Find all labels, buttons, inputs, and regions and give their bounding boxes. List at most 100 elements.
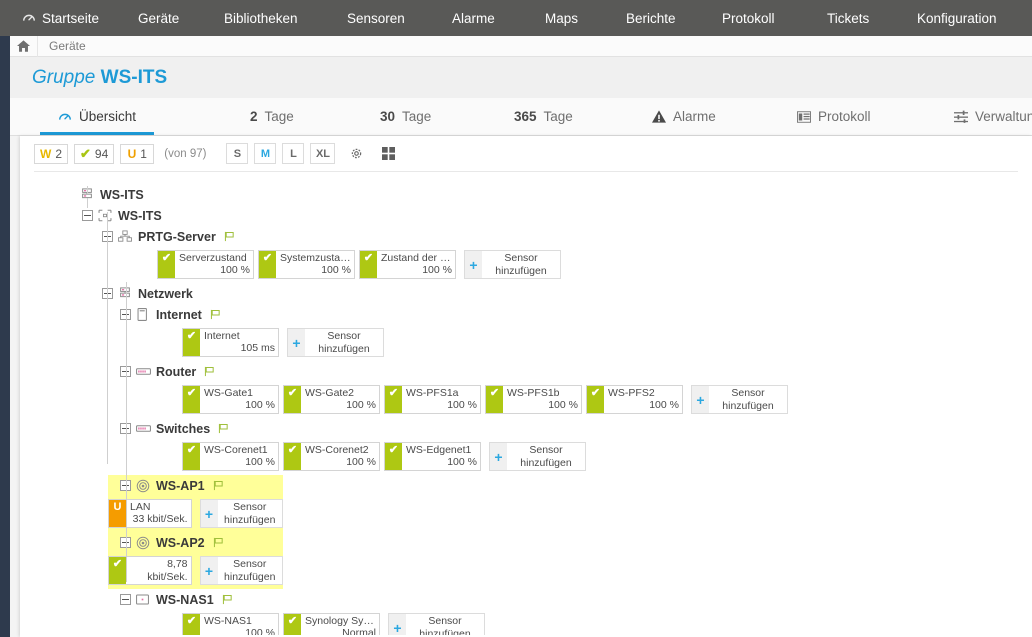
add-sensor-label: Sensor hinzufügen [482,251,560,278]
sensor-box[interactable]: ✔ WS-Gate1 100 % [182,385,279,414]
expander-collapse-icon[interactable] [120,594,131,605]
tree-node-row[interactable]: Netzwerk [20,283,1032,304]
tree-node-row[interactable]: WS-AP1 [108,475,283,496]
tree-node-row[interactable]: PRTG-Server [20,226,1032,247]
flag-icon[interactable] [204,366,215,377]
sensor-box[interactable]: ✔ WS-Edgenet1 100 % [384,442,481,471]
sensor-state-glyph: ✔ [186,615,197,627]
sensor-value: 100 % [447,399,477,411]
top-navigation: Startseite Geräte Bibliotheken Sensoren Alar… [0,0,1032,36]
sensor-box[interactable]: ✔Synology Syste…Normal [283,613,380,635]
tree-node-row[interactable]: WS-NAS1 [20,589,1032,610]
sensor-value: 100 % [245,456,275,468]
sensor-row: ✔ Serverzustand 100 % ✔ Systemzustand 100 % ✔ Z… [20,247,1032,283]
sensor-state-indicator: ✔ [183,443,200,470]
sensor-box[interactable]: ✔ WS-PFS1b 100 % [485,385,582,414]
sensor-body: WS-PFS2 100 % [604,386,682,413]
size-button-xl[interactable]: XL [310,143,336,164]
tree-node-group[interactable]: WS-ITS [20,205,1032,226]
warning-count[interactable]: W2 [34,143,69,164]
plus-icon: + [465,251,482,278]
sensor-box[interactable]: ✔ Serverzustand 100 % [157,250,254,279]
add-sensor-button[interactable]: + Sensor hinzufügen [388,613,485,635]
sensor-box[interactable]: ✔Zustand der Pr…100 % [359,250,456,279]
nav-item-tickets[interactable]: Tickets [827,0,869,36]
nav-item-alarme[interactable]: Alarme [452,0,495,36]
add-sensor-label: Sensor hinzufügen [507,443,585,470]
tree-node-row[interactable]: Internet [20,304,1032,325]
home-icon[interactable] [10,35,38,57]
sensor-box[interactable]: ✔ WS-PFS1a 100 % [384,385,481,414]
tab-alarme[interactable]: Alarme [634,98,734,135]
sensor-state-glyph: ✔ [590,387,601,399]
expander-collapse-icon[interactable] [82,210,93,221]
nav-item-bibliotheken[interactable]: Bibliotheken [224,0,298,36]
nav-item-protokoll[interactable]: Protokoll [722,0,775,36]
sensor-state-glyph: ✔ [363,252,374,264]
tree-node-label: WS-NAS1 [156,592,214,607]
sensor-state-indicator: ✔ [385,443,402,470]
gear-icon[interactable] [345,143,368,164]
tab-2-tage[interactable]: 2 Tage [232,98,312,135]
sensor-state-indicator: U [109,500,126,527]
flag-icon[interactable] [213,537,224,548]
sensor-state-indicator: ✔ [183,386,200,413]
flag-icon[interactable] [224,231,235,242]
add-sensor-button[interactable]: + Sensor hinzufügen [287,328,384,357]
page-title-name: WS-ITS [100,66,168,88]
prtg-page: Startseite Geräte Bibliotheken Sensoren Alar… [0,0,1032,637]
sensor-box[interactable]: ✔ WS-NAS1 100 % [182,613,279,635]
sensor-box[interactable]: ✔ Systemzustand 100 % [258,250,355,279]
tree-node-switches: Switches [20,418,1032,439]
tree-node-row[interactable]: Switches [20,418,1032,439]
add-sensor-button[interactable]: + Sensor hinzufügen [691,385,788,414]
flag-icon[interactable] [210,309,221,320]
tab-verwaltung[interactable]: Verwaltung [936,98,1032,135]
sensor-box[interactable]: ✔ WS-Gate2 100 % [283,385,380,414]
tab-protokoll[interactable]: Protokoll [779,98,889,135]
grid-icon[interactable] [377,143,400,164]
sensor-value: 100 % [245,627,275,635]
add-sensor-button[interactable]: + Sensor hinzufügen [199,556,283,585]
nav-item-startseite[interactable]: Startseite [22,0,99,36]
tree-guide-line [107,212,108,464]
nav-item-ger-te[interactable]: Geräte [138,0,179,36]
sensor-state-glyph: ✔ [287,444,298,456]
flag-icon[interactable] [218,423,229,434]
size-button-l[interactable]: L [282,143,305,164]
sensor-box[interactable]: ✔ WS-PFS2 100 % [586,385,683,414]
breadcrumb-item-geraete[interactable]: Geräte [38,39,86,53]
up-count[interactable]: ✔ 94 [74,143,115,164]
add-sensor-button[interactable]: + Sensor hinzufügen [489,442,586,471]
size-button-s[interactable]: S [226,143,249,164]
sensor-box[interactable]: U LAN 33 kbit/Sek. [108,499,192,528]
add-sensor-button[interactable]: + Sensor hinzufügen [464,250,561,279]
add-sensor-label-line2: hinzufügen [722,399,774,412]
sensor-row: ✔WS-NAS1100 %✔Synology Syste…Normal +Sens… [20,610,1032,635]
sensor-box[interactable]: ✔ WS-Corenet2 100 % [283,442,380,471]
server-icon [118,230,133,243]
sensor-state-glyph: ✔ [262,252,273,264]
sensor-name: Zustand der Pr… [381,252,452,264]
sensor-box[interactable]: ✔LAN8,78 kbit/Sek. [108,556,192,585]
tree-node-row[interactable]: Router [20,361,1032,382]
tree-node-label: WS-ITS [100,187,144,202]
unknown-count[interactable]: U1 [120,143,155,164]
tab-365-tage[interactable]: 365 Tage [496,98,591,135]
nav-item-label: Alarme [452,10,495,26]
sensor-box[interactable]: ✔ Internet 105 ms [182,328,279,357]
flag-icon[interactable] [222,594,233,605]
nav-item-konfiguration[interactable]: Konfiguration [917,0,997,36]
breadcrumb: Geräte [10,35,1032,57]
flag-icon[interactable] [213,480,224,491]
add-sensor-button[interactable]: + Sensor hinzufügen [199,499,283,528]
nav-item-maps[interactable]: Maps [545,0,578,36]
nav-item-berichte[interactable]: Berichte [626,0,676,36]
tab--bersicht[interactable]: Übersicht [40,98,155,135]
size-button-m[interactable]: M [254,143,277,164]
tree-node-row[interactable]: WS-AP2 [108,532,283,553]
tab-30-tage[interactable]: 30 Tage [362,98,449,135]
nav-item-sensoren[interactable]: Sensoren [347,0,405,36]
tree-node-root[interactable]: WS-ITS [20,184,1032,205]
sensor-box[interactable]: ✔ WS-Corenet1 100 % [182,442,279,471]
